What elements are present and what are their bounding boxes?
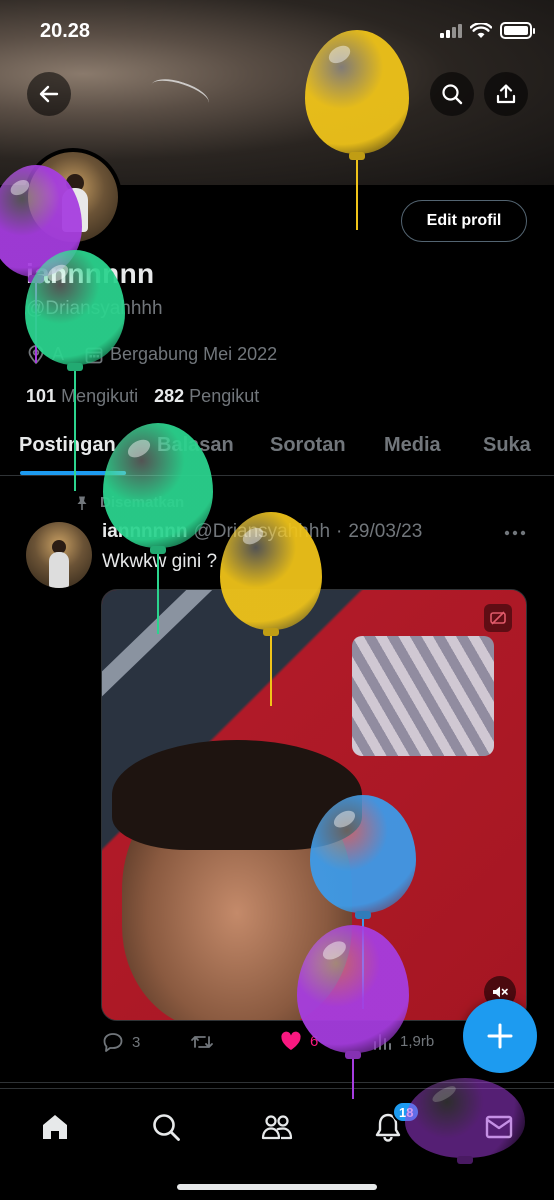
nav-communities[interactable]: [257, 1107, 297, 1147]
nav-home[interactable]: [35, 1107, 75, 1147]
search-button[interactable]: [430, 72, 474, 116]
retweet-icon: [191, 1036, 213, 1048]
following-link[interactable]: 101 Mengikuti: [26, 386, 138, 407]
avatar-person-body: [49, 552, 69, 588]
mail-icon: [485, 1115, 513, 1139]
search-icon: [442, 84, 463, 105]
status-bar: 20.28: [0, 0, 554, 62]
tab-posts[interactable]: Postingan: [19, 434, 116, 457]
post-header: iannnnnn @Driansyahhhh · 29/03/23: [102, 521, 422, 543]
followers-link[interactable]: 282 Pengikut: [154, 386, 259, 407]
video-person-hair: [112, 740, 362, 850]
following-label: Mengikuti: [61, 386, 139, 406]
following-count: 101: [26, 386, 57, 406]
tab-media[interactable]: Media: [384, 434, 441, 457]
back-arrow-icon: [39, 85, 59, 103]
plus-icon: [487, 1023, 513, 1049]
reply-icon: [103, 1033, 123, 1052]
like-count: 6: [310, 1032, 319, 1050]
reply-count: 3: [132, 1033, 141, 1051]
reply-button[interactable]: 3: [102, 1031, 140, 1053]
wifi-icon: [470, 22, 492, 38]
share-icon: [496, 84, 516, 104]
post-author-handle[interactable]: @Driansyahhhh: [193, 521, 330, 543]
profile-meta: A Bergabung Mei 2022: [26, 344, 277, 365]
tab-replies[interactable]: Balasan: [157, 434, 234, 457]
profile-display-name: iannnnnn: [26, 258, 155, 289]
followers-label: Pengikut: [189, 386, 260, 406]
pin-icon: [77, 496, 87, 510]
post-text: Wkwkw gini ?: [102, 551, 218, 572]
post-separator: ·: [336, 521, 343, 542]
post-divider: [0, 1082, 554, 1083]
post-author-avatar[interactable]: [26, 522, 92, 588]
notifications-badge: 18: [392, 1101, 421, 1123]
pinned-text: Disematkan: [100, 494, 185, 511]
nav-search[interactable]: [146, 1107, 186, 1147]
profile-avatar[interactable]: [24, 148, 122, 246]
tab-highlights[interactable]: Sorotan: [270, 434, 346, 457]
profile-joined-date: Bergabung Mei 2022: [110, 344, 278, 364]
like-button[interactable]: 6: [280, 1031, 318, 1051]
status-time: 20.28: [40, 20, 91, 42]
compose-post-button[interactable]: [463, 999, 537, 1073]
retweet-button[interactable]: [190, 1031, 214, 1053]
status-icons: [440, 22, 535, 39]
home-icon: [43, 1115, 67, 1139]
search-icon: [153, 1114, 180, 1141]
communities-icon: [261, 1115, 293, 1140]
profile-location: A: [52, 344, 65, 364]
post-more-button[interactable]: [504, 520, 526, 543]
share-button[interactable]: [484, 72, 528, 116]
back-button[interactable]: [27, 72, 71, 116]
media-flag-icon: [490, 611, 506, 625]
battery-icon: [500, 22, 535, 39]
avatar-person-body: [62, 188, 88, 232]
tab-likes[interactable]: Suka: [483, 434, 531, 457]
heart-icon: [281, 1031, 301, 1050]
content-warning-badge[interactable]: [484, 604, 512, 632]
edit-profile-button[interactable]: Edit profil: [401, 200, 527, 242]
calendar-icon: [85, 347, 103, 363]
nav-messages[interactable]: [479, 1107, 519, 1147]
active-tab-indicator: [20, 471, 126, 475]
pinned-label: Disematkan: [74, 494, 184, 511]
views-button[interactable]: 1,9rb: [372, 1031, 434, 1051]
post-actions: 3 6 1,9rb: [102, 1031, 522, 1057]
cellular-signal-icon: [440, 23, 462, 38]
more-icon: [504, 530, 526, 536]
views-count: 1,9rb: [400, 1032, 435, 1050]
profile-handle: @Driansyahhhh: [26, 298, 163, 319]
banner-light-streak: [147, 73, 213, 115]
post-video[interactable]: [101, 589, 527, 1021]
views-icon: [374, 1034, 391, 1050]
profile-tabs: Postingan Balasan Sorotan Media Suka: [0, 420, 554, 476]
video-hexagon-mirror: [352, 636, 494, 756]
location-icon: [28, 344, 44, 364]
followers-count: 282: [154, 386, 185, 406]
follow-stats: 101 Mengikuti 282 Pengikut: [26, 386, 259, 407]
home-indicator: [177, 1184, 377, 1190]
post-date[interactable]: 29/03/23: [348, 521, 422, 543]
post-author-name[interactable]: iannnnnn: [102, 521, 187, 543]
